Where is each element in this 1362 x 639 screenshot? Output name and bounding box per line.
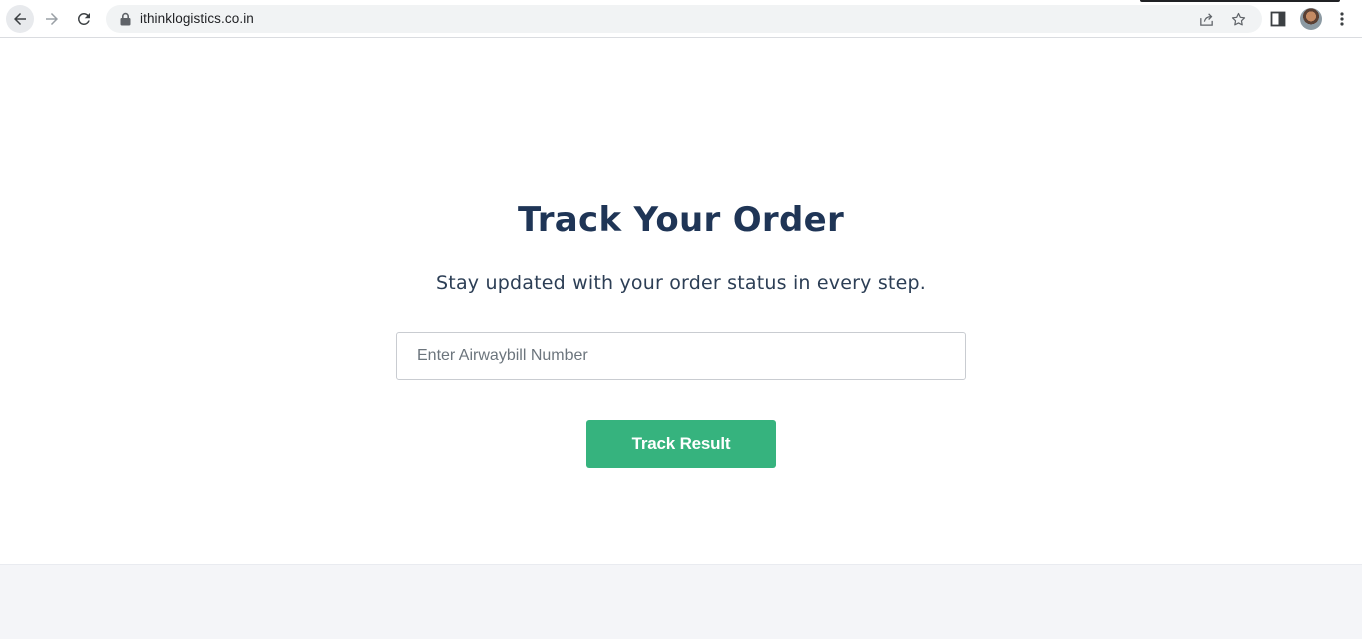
share-icon: [1199, 12, 1213, 26]
browser-toolbar: ithinklogistics.co.in: [0, 0, 1362, 38]
reload-icon: [77, 12, 90, 25]
bookmark-button[interactable]: [1228, 9, 1248, 29]
side-panel-icon: [1270, 11, 1286, 27]
page-subtitle: Stay updated with your order status in e…: [436, 272, 926, 294]
side-panel-button[interactable]: [1268, 9, 1288, 29]
address-bar[interactable]: ithinklogistics.co.in: [106, 5, 1262, 33]
reload-button[interactable]: [70, 5, 98, 33]
footer-area: [0, 564, 1362, 639]
airwaybill-input[interactable]: [396, 332, 966, 380]
lock-icon[interactable]: [119, 12, 132, 26]
back-button[interactable]: [6, 5, 34, 33]
share-button[interactable]: [1196, 9, 1216, 29]
avatar[interactable]: [1300, 8, 1322, 30]
tab-strip-edge: [1140, 0, 1340, 2]
page-title: Track Your Order: [517, 200, 845, 240]
arrow-left-icon: [14, 13, 26, 25]
tracking-section: [0, 38, 1362, 564]
arrow-right-icon: [46, 13, 58, 25]
kebab-menu-icon: [1340, 12, 1344, 26]
track-result-button[interactable]: Track Result: [586, 420, 776, 468]
star-icon: [1231, 12, 1245, 25]
forward-button[interactable]: [38, 5, 66, 33]
url-text[interactable]: ithinklogistics.co.in: [140, 11, 254, 26]
browser-menu-button[interactable]: [1332, 9, 1352, 29]
